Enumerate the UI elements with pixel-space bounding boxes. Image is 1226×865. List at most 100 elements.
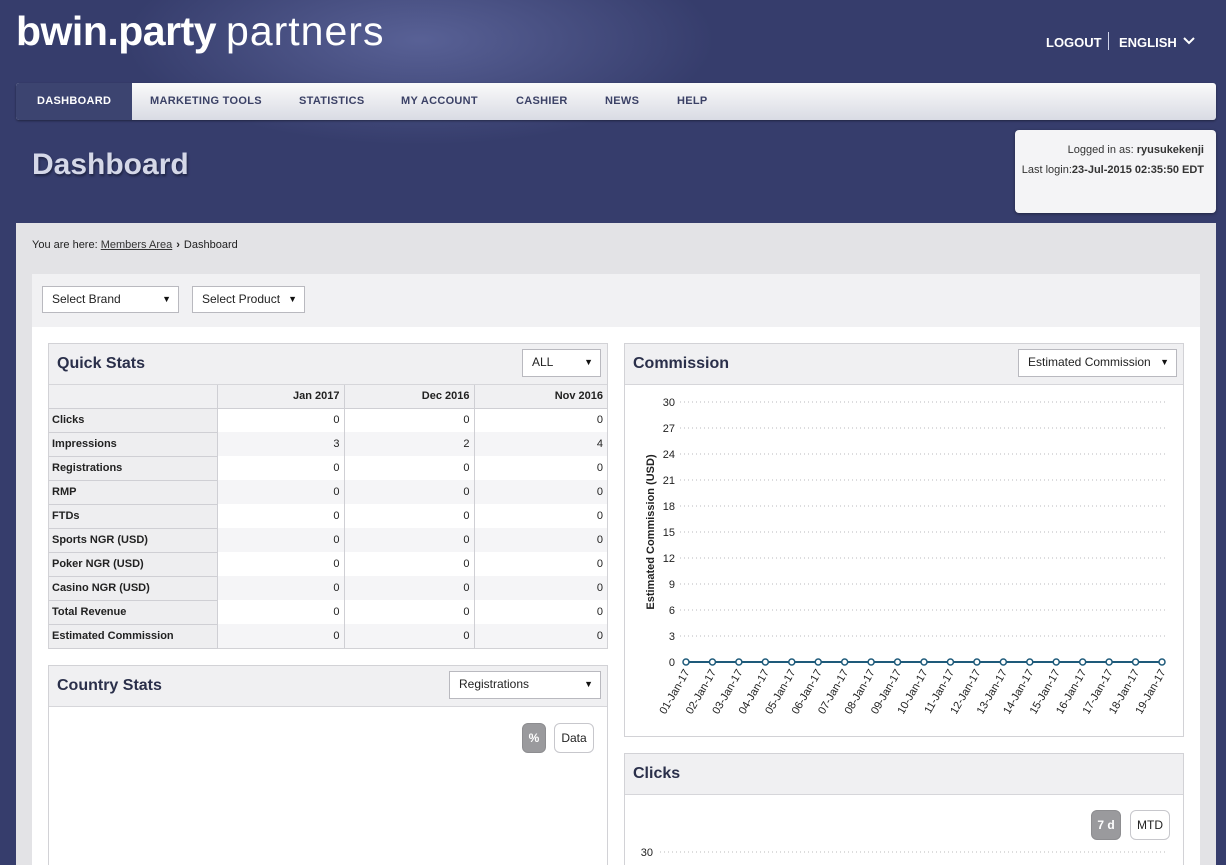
table-row: Estimated Commission 0 0 0 (49, 624, 607, 649)
clicks-ytick-label: 30 (641, 847, 653, 859)
data-point (1105, 658, 1113, 666)
page-title: Dashboard (32, 148, 189, 181)
clicks-header: Clicks (625, 754, 1183, 795)
chart-ytick-label: 12 (663, 553, 675, 565)
nav-cashier[interactable]: CASHIER (516, 83, 568, 120)
nav-marketing-tools[interactable]: MARKETING TOOLS (150, 83, 262, 120)
nav-statistics[interactable]: STATISTICS (299, 83, 365, 120)
table-row: Casino NGR (USD) 0 0 0 (49, 576, 607, 601)
table-row: Clicks 0 0 0 (49, 408, 607, 433)
table-cell: 0 (217, 480, 345, 504)
table-header-row: Jan 2017 Dec 2016 Nov 2016 (49, 385, 607, 409)
quick-stats-table: Jan 2017 Dec 2016 Nov 2016 Clicks 0 0 0 Impr… (49, 385, 607, 649)
logo-partners: partners (226, 8, 385, 54)
table-cell: 0 (474, 624, 607, 648)
table-cell: 0 (474, 528, 607, 552)
data-toggle-button[interactable]: Data (554, 723, 594, 753)
chart-ytick-label: 21 (663, 475, 675, 487)
brand-select[interactable]: Select Brand ▼ (42, 286, 179, 313)
breadcrumb-members-area[interactable]: Members Area (101, 239, 173, 251)
table-cell: 0 (217, 600, 345, 624)
username: ryusukekenji (1136, 144, 1204, 156)
row-label: Impressions (49, 432, 218, 457)
dropdown-arrow-icon: ▼ (584, 679, 593, 689)
nav-my-account[interactable]: MY ACCOUNT (401, 83, 478, 120)
data-point (682, 658, 690, 666)
nav-help[interactable]: HELP (677, 83, 708, 120)
table-header-blank (49, 385, 218, 409)
table-row: Registrations 0 0 0 (49, 456, 607, 481)
logged-in-label: Logged in as: (1067, 144, 1137, 156)
seven-day-toggle-button[interactable]: 7 d (1091, 810, 1121, 840)
table-cell: 0 (344, 576, 475, 600)
row-label: Casino NGR (USD) (49, 576, 218, 601)
data-point (973, 658, 981, 666)
data-point (788, 658, 796, 666)
commission-filter-value: Estimated Commission (1028, 355, 1151, 369)
product-select[interactable]: Select Product ▼ (192, 286, 305, 313)
language-selector[interactable]: ENGLISH (1119, 35, 1177, 50)
table-cell: 3 (217, 432, 345, 456)
filter-bar: Select Brand ▼ Select Product ▼ (32, 274, 1200, 327)
mtd-toggle-button[interactable]: MTD (1130, 810, 1170, 840)
table-cell: 0 (217, 624, 345, 648)
row-label: FTDs (49, 504, 218, 529)
row-label: Estimated Commission (49, 624, 218, 649)
logout-link[interactable]: LOGOUT (1046, 35, 1102, 50)
percent-toggle-button[interactable]: % (522, 723, 546, 753)
quick-stats-panel: Quick Stats ALL ▼ Jan 2017 Dec 2016 Nov … (48, 343, 608, 649)
clicks-chart: 30 (641, 847, 1167, 859)
dropdown-arrow-icon: ▼ (584, 357, 593, 367)
country-stats-panel: Country Stats Registrations ▼ % Data (48, 665, 608, 865)
quick-stats-filter[interactable]: ALL ▼ (522, 349, 601, 377)
table-row: FTDs 0 0 0 (49, 504, 607, 529)
table-cell: 0 (344, 504, 475, 528)
data-point (1131, 658, 1140, 666)
data-point (735, 658, 743, 666)
data-point (867, 658, 875, 666)
chart-ytick-label: 0 (669, 657, 675, 669)
clicks-panel: Clicks 7 d MTD 30 (624, 753, 1184, 865)
dashboard-panel: Select Brand ▼ Select Product ▼ Quick St… (32, 274, 1200, 865)
table-cell: 0 (344, 408, 475, 432)
commission-title: Commission (633, 355, 730, 372)
table-cell: 0 (344, 600, 475, 624)
nav-news[interactable]: NEWS (605, 83, 639, 120)
row-label: Poker NGR (USD) (49, 552, 218, 577)
row-label: Total Revenue (49, 600, 218, 625)
commission-panel: Commission Estimated Commission ▼ 0 3 6 9 12… (624, 343, 1184, 737)
country-stats-filter-value: Registrations (459, 677, 530, 691)
table-cell: 0 (474, 480, 607, 504)
table-header-cell: Dec 2016 (344, 385, 475, 409)
data-point (1078, 658, 1087, 666)
chart-ytick-label: 6 (669, 605, 675, 617)
row-label: Sports NGR (USD) (49, 528, 218, 553)
chart-ylabel: Estimated Commission (USD) (645, 454, 657, 610)
commission-filter[interactable]: Estimated Commission ▼ (1018, 349, 1177, 377)
table-cell: 0 (344, 552, 475, 576)
quick-stats-filter-value: ALL (532, 355, 554, 369)
row-label: Clicks (49, 408, 218, 433)
chart-ytick-label: 3 (669, 631, 675, 643)
country-stats-filter[interactable]: Registrations ▼ (449, 671, 601, 699)
logo[interactable]: bwin.party partners (16, 8, 384, 55)
nav-dashboard[interactable]: DASHBOARD (16, 83, 133, 120)
country-stats-title: Country Stats (57, 677, 162, 694)
data-point (1026, 658, 1034, 666)
chevron-down-icon[interactable] (1182, 33, 1196, 49)
table-cell: 0 (474, 576, 607, 600)
data-point (999, 658, 1008, 666)
table-cell: 0 (474, 456, 607, 480)
table-cell: 0 (344, 456, 475, 480)
chart-ytick-label: 15 (663, 527, 675, 539)
main-nav: DASHBOARD MARKETING TOOLS STATISTICS MY … (16, 83, 1216, 120)
chart-ytick-label: 18 (663, 501, 675, 513)
table-cell: 0 (217, 408, 345, 432)
table-cell: 0 (217, 576, 345, 600)
table-cell: 2 (344, 432, 475, 456)
table-cell: 0 (474, 408, 607, 432)
quick-stats-title: Quick Stats (57, 355, 146, 372)
logged-in-line: Logged in as: ryusukekenji (1068, 144, 1204, 156)
content-area: You are here: Members Area › Dashboard Sel… (16, 223, 1216, 865)
dropdown-arrow-icon: ▼ (162, 294, 171, 304)
